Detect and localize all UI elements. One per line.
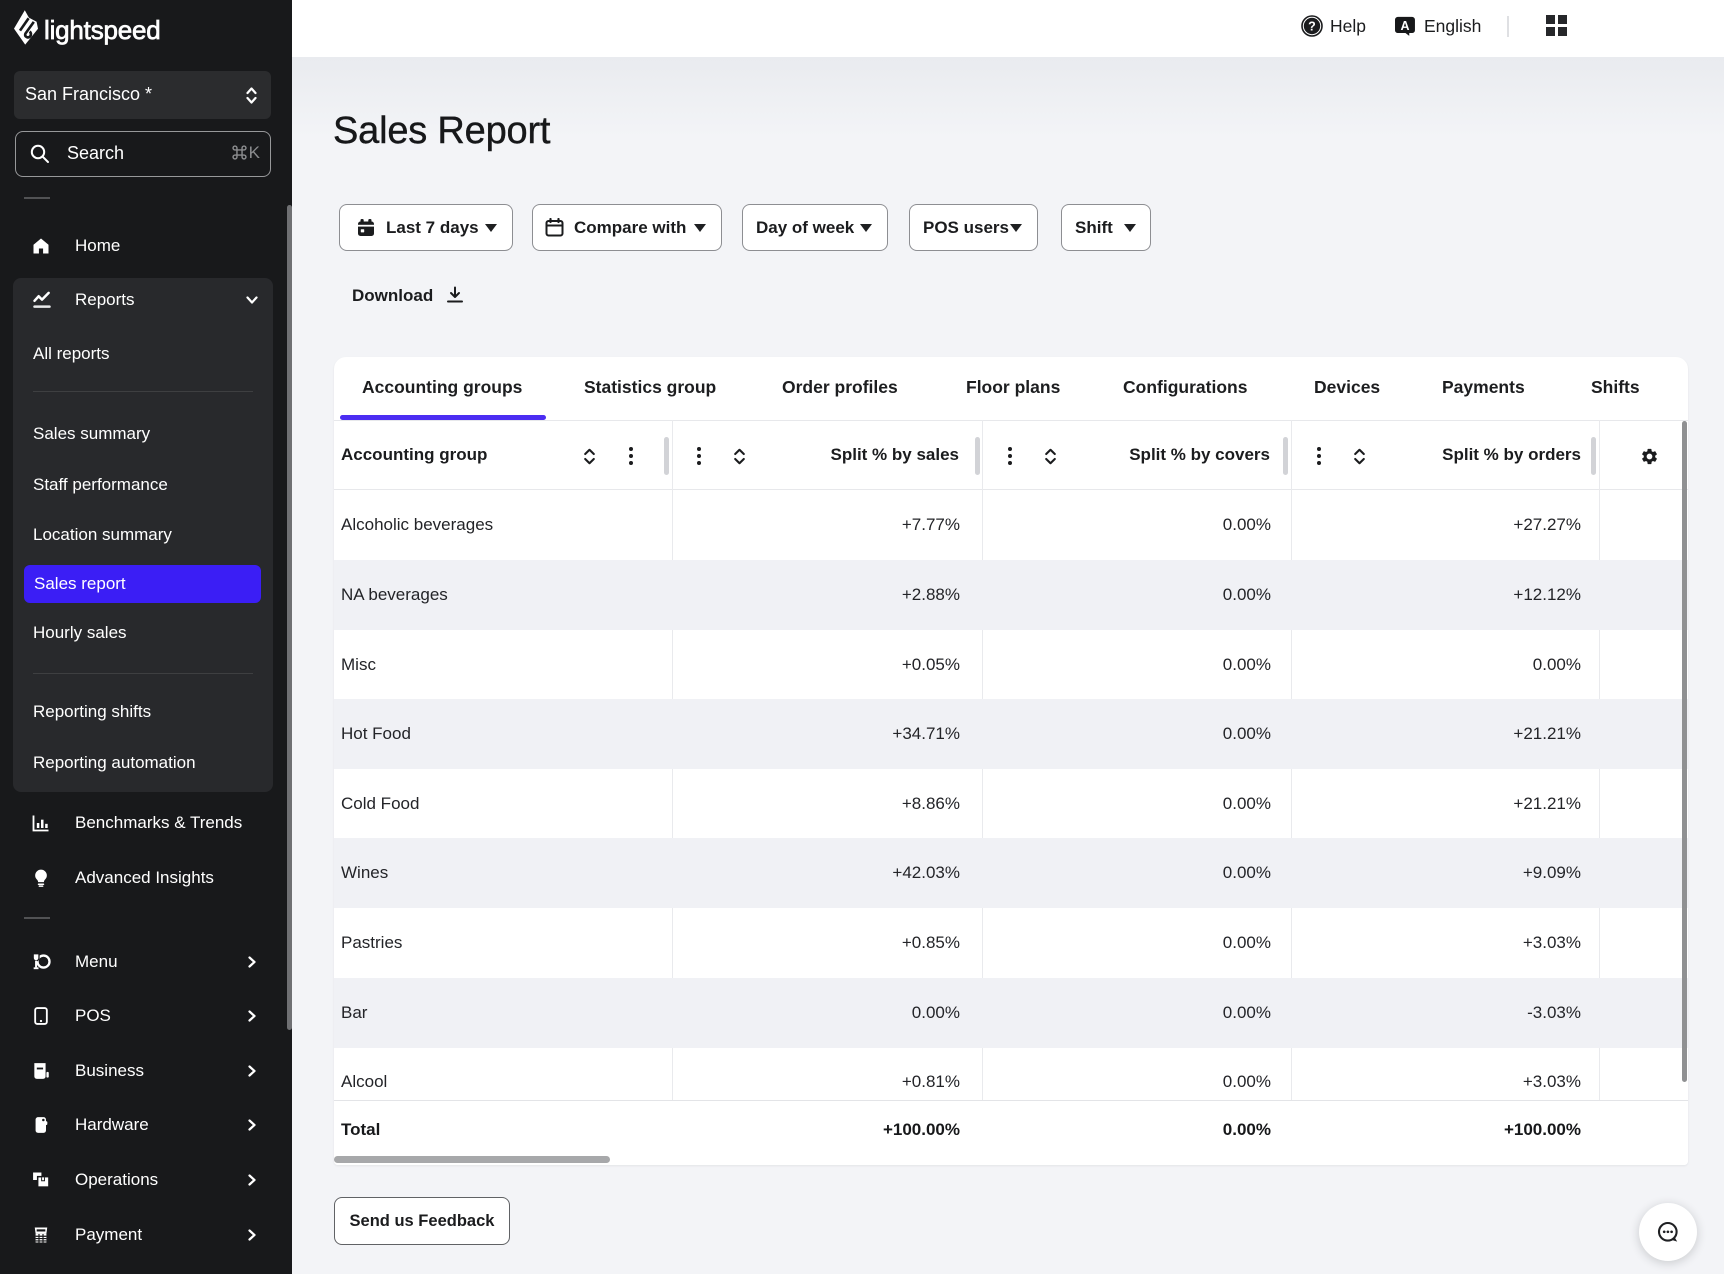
svg-text:A: A <box>1400 19 1409 33</box>
svg-text:?: ? <box>1308 19 1316 33</box>
